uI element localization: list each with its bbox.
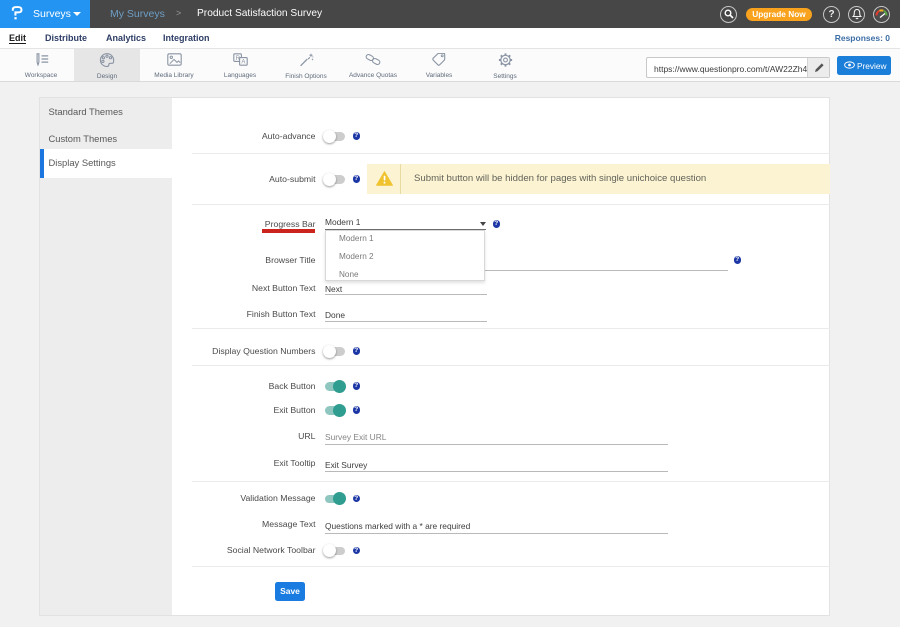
svg-text:R: R bbox=[235, 56, 240, 62]
svg-text:A: A bbox=[241, 60, 245, 66]
